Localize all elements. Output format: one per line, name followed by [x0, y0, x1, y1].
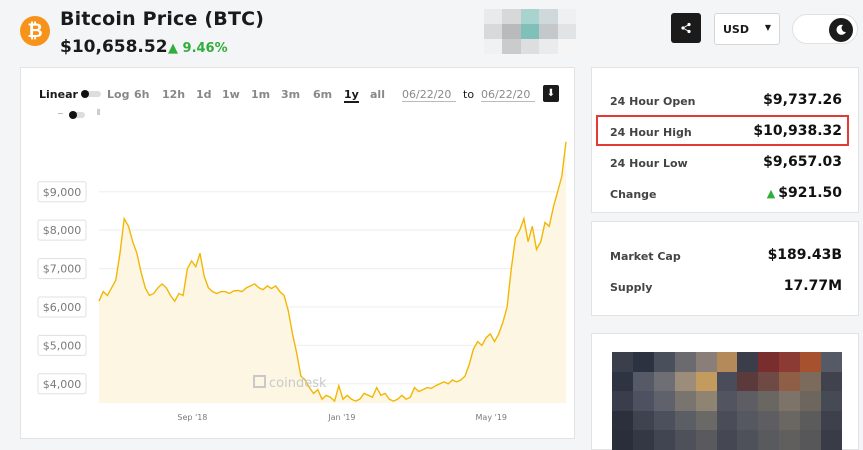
stat-value: $9,737.26 [763, 92, 842, 108]
blurred-ad-image [612, 352, 842, 450]
chevron-down-icon: ▼ [764, 23, 771, 32]
price-area-fill [99, 141, 566, 404]
y-tick-label: $8,000 [43, 224, 82, 237]
stat-label: Supply [610, 281, 653, 294]
stat-value: $9,657.03 [763, 154, 842, 170]
stat-value: ▲ $921.50 [767, 185, 842, 201]
share-icon [681, 22, 691, 34]
stat-change: Change ▲ $921.50 [610, 182, 842, 206]
page-header: ₿ Bitcoin Price (BTC) $10,658.52 ▲ 9.46%… [0, 0, 863, 66]
y-tick-label: $4,000 [43, 378, 82, 391]
theme-toggle[interactable] [792, 14, 858, 44]
bitcoin-logo-icon: ₿ [20, 16, 50, 46]
arrow-up-icon: ▲ [766, 187, 776, 200]
stat-value: 17.77M [783, 278, 842, 294]
page-title: Bitcoin Price (BTC) [60, 8, 265, 30]
currency-value: USD [723, 23, 749, 36]
market-stats-card: Market Cap $189.43B Supply 17.77M [591, 221, 859, 316]
y-tick-label: $5,000 [43, 339, 82, 352]
y-tick-label: $9,000 [43, 186, 82, 199]
price-chart-card: Linear Log 6h 12h 1d 1w 1m 3m 6m 1y all … [20, 67, 575, 439]
current-price: $10,658.52 [60, 37, 168, 57]
moon-icon [829, 18, 853, 42]
stat-value: $189.43B [767, 247, 842, 263]
x-tick-label: Jan '19 [327, 413, 355, 422]
x-tick-label: Sep '18 [177, 413, 207, 422]
share-button[interactable] [671, 13, 701, 43]
change-amount: $921.50 [778, 185, 842, 201]
blurred-ad-image [484, 9, 576, 54]
stat-24h-low: 24 Hour Low $9,657.03 [610, 151, 842, 175]
highlight-annotation [596, 115, 849, 146]
currency-select[interactable]: USD ▼ [714, 13, 780, 45]
x-tick-label: May '19 [476, 413, 507, 422]
stat-label: 24 Hour Low [610, 157, 688, 170]
y-tick-label: $6,000 [43, 301, 82, 314]
stat-label: Change [610, 188, 657, 201]
price-change-percent: ▲ 9.46% [168, 41, 228, 56]
stat-24h-open: 24 Hour Open $9,737.26 [610, 89, 842, 113]
stat-supply: Supply 17.77M [610, 275, 842, 299]
coindesk-watermark: coindesk [269, 376, 327, 391]
y-tick-label: $7,000 [43, 263, 82, 276]
stat-market-cap: Market Cap $189.43B [610, 244, 842, 268]
stat-label: Market Cap [610, 250, 681, 263]
price-chart[interactable]: $4,000 $5,000 $6,000 $7,000 $8,000 $9,000 Sep … [21, 68, 576, 440]
stat-label: 24 Hour Open [610, 95, 696, 108]
